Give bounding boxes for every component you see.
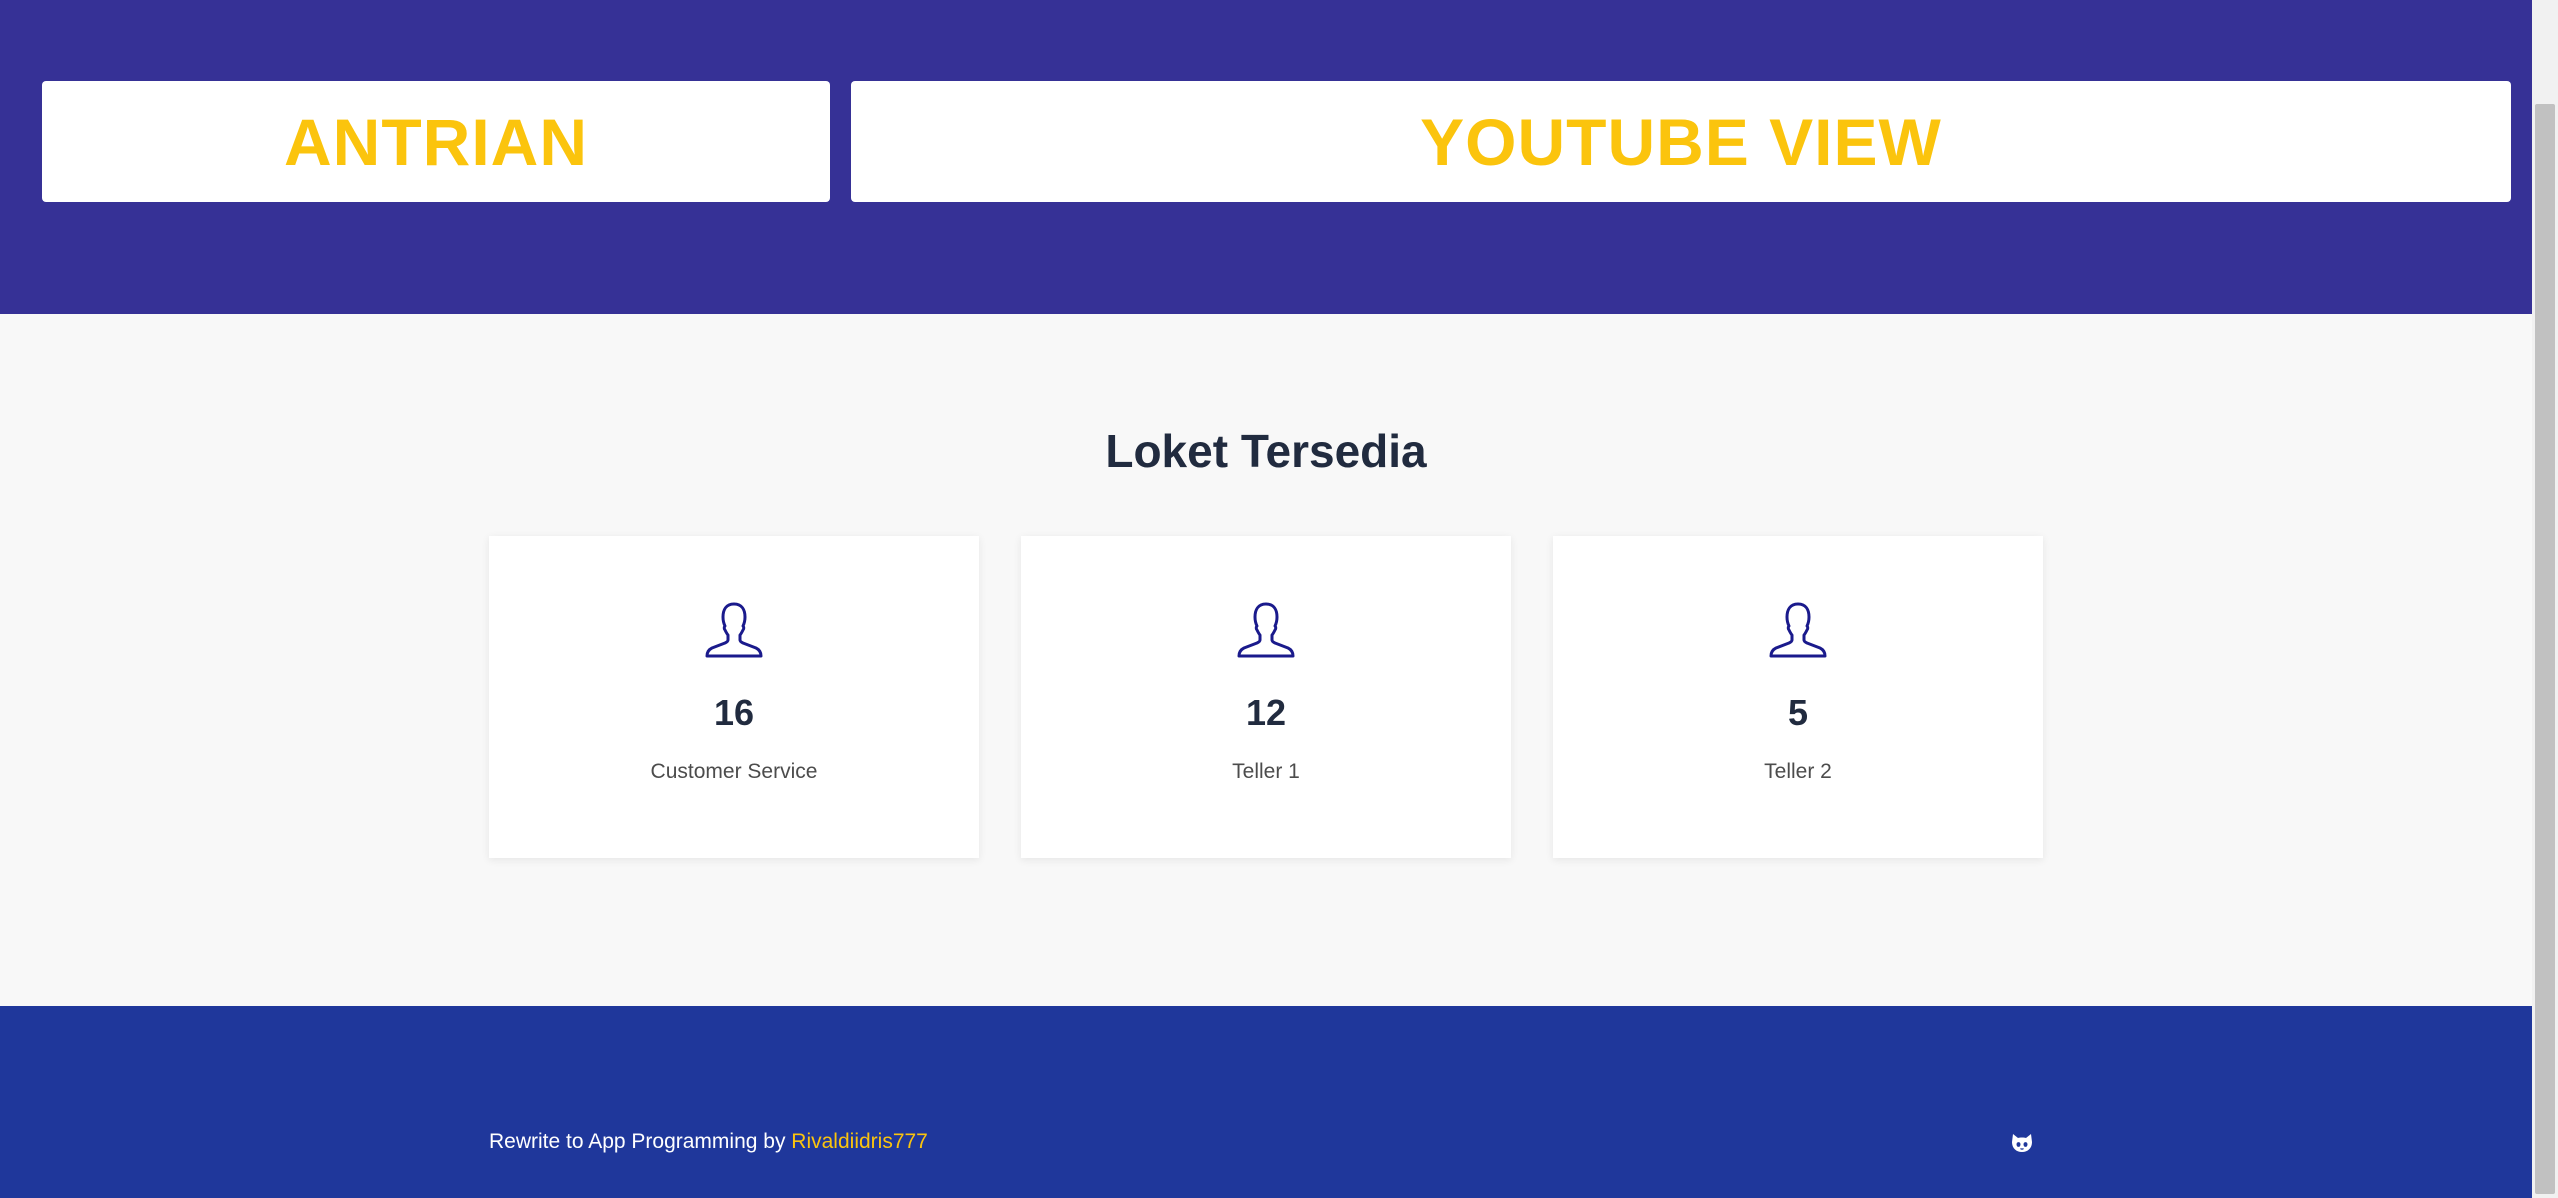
user-icon [705,602,763,658]
page-title: Loket Tersedia [1105,425,1427,477]
counter-card-customer-service: 16 Customer Service [489,536,979,858]
header-band: ANTRIAN YOUTUBE VIEW [0,0,2532,314]
antrian-panel: ANTRIAN [42,81,830,202]
counter-number: 16 [713,692,755,733]
youtube-view-title: YOUTUBE VIEW [1420,104,1942,179]
counter-number: 5 [1787,692,1809,733]
footer-credit: Rewrite to App Programming by Rivaldiidr… [489,1130,928,1154]
user-icon [1237,602,1295,658]
footer-credit-prefix: Rewrite to App Programming by [489,1130,792,1153]
counter-label: Teller 2 [1764,760,1832,783]
antrian-title: ANTRIAN [284,104,588,179]
footer: Rewrite to App Programming by Rivaldiidr… [0,1006,2532,1198]
counter-label: Teller 1 [1232,760,1300,783]
user-icon [1769,602,1827,658]
scrollbar-thumb[interactable] [2535,104,2555,1194]
youtube-view-panel: YOUTUBE VIEW [851,81,2511,202]
main-section: Loket Tersedia 16 Customer Service 12 Te… [0,314,2532,1006]
author-link[interactable]: Rivaldiidris777 [791,1130,928,1153]
vertical-scrollbar[interactable] [2532,0,2558,1198]
counter-card-teller-1: 12 Teller 1 [1021,536,1511,858]
page: ANTRIAN YOUTUBE VIEW Loket Tersedia 16 C… [0,0,2532,1198]
github-icon[interactable] [2010,1132,2034,1154]
counter-label: Customer Service [650,760,818,783]
counter-card-teller-2: 5 Teller 2 [1553,536,2043,858]
counter-number: 12 [1245,692,1287,733]
